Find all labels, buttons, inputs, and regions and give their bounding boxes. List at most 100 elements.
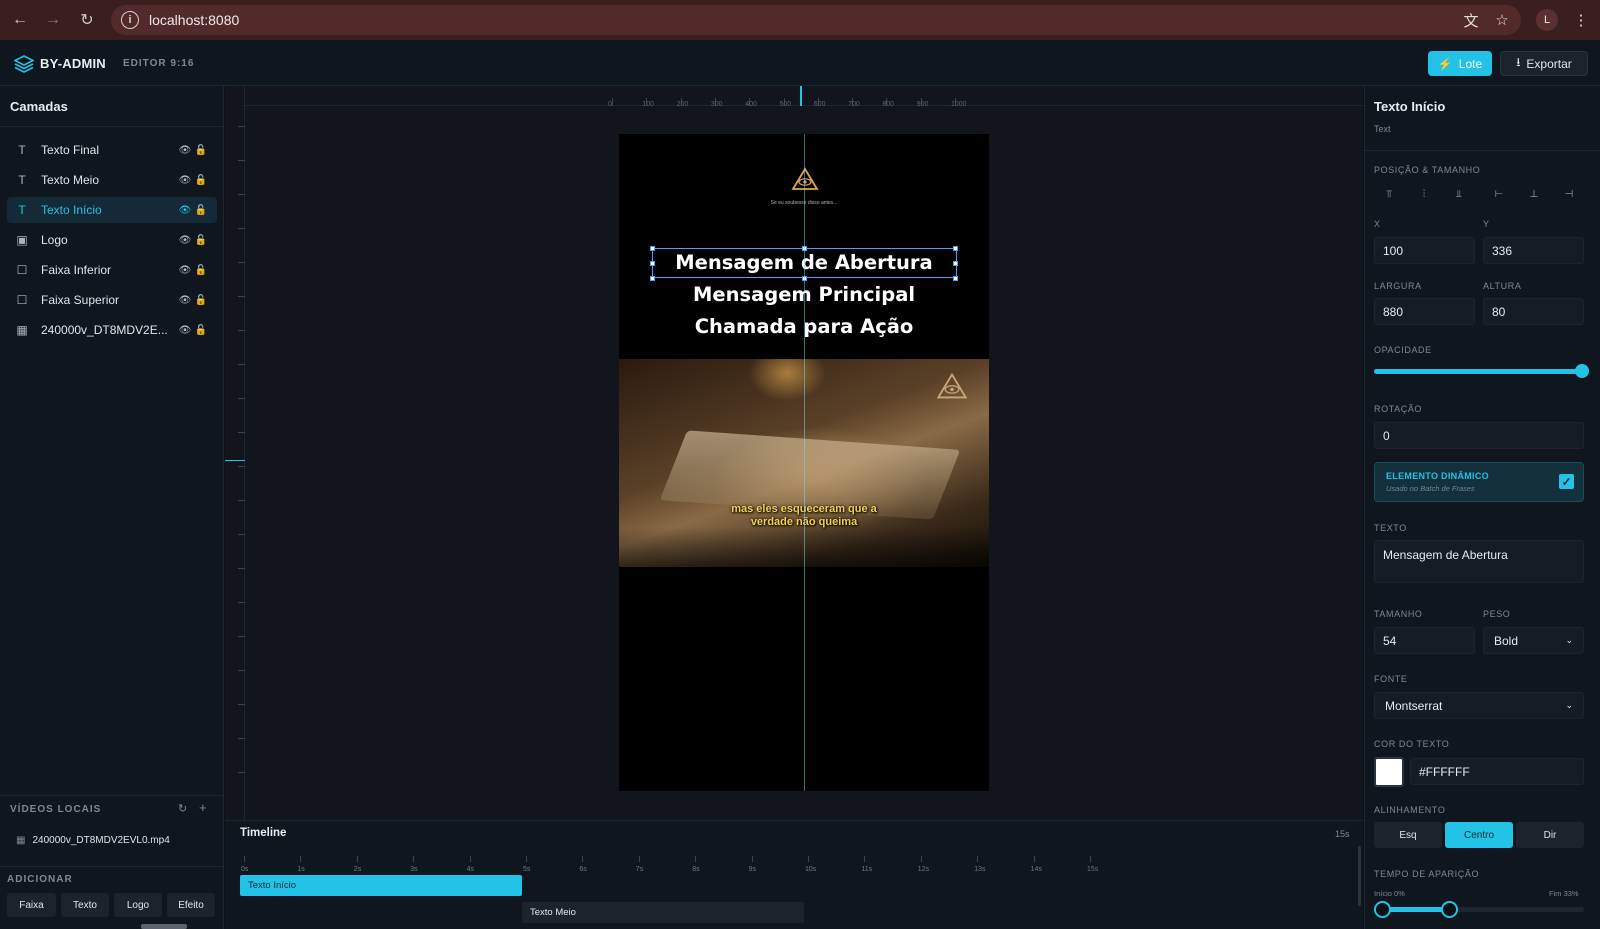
width-input[interactable]: 880 [1374, 298, 1475, 325]
text-layer-icon: T [18, 203, 26, 217]
dynamic-element-checkbox[interactable]: ✓ [1559, 474, 1574, 489]
eye-icon[interactable]: 👁 [177, 235, 193, 246]
local-video-item[interactable]: ▦ 240000v_DT8MDV2EVL0.mp4 [16, 835, 170, 846]
eye-icon[interactable]: 👁 [177, 205, 193, 216]
eye-icon[interactable]: 👁 [177, 295, 193, 306]
lote-label: Lote [1458, 56, 1483, 71]
text-content-textarea[interactable]: Mensagem de Abertura [1374, 540, 1584, 583]
opacity-slider[interactable] [1374, 369, 1584, 374]
address-bar[interactable]: i localhost:8080 [111, 5, 1521, 35]
timeline-tick [582, 856, 584, 862]
align-left-button[interactable]: Esq [1374, 822, 1442, 848]
layer-item[interactable]: ▣ Logo 👁 🔓 [7, 227, 217, 253]
color-hex-input[interactable]: #FFFFFF [1410, 758, 1584, 785]
height-label: ALTURA [1483, 281, 1522, 291]
add-band-button[interactable]: Faixa [7, 893, 56, 917]
translate-icon[interactable]: 文 [1460, 9, 1482, 31]
layer-item[interactable]: T Texto Final 👁 🔓 [7, 137, 217, 163]
align-middle-icon[interactable]: ⫶ [1409, 185, 1439, 203]
align-center-icon[interactable]: ⊥ [1519, 185, 1549, 203]
url-text: localhost:8080 [149, 12, 240, 28]
ruler-tick [238, 602, 245, 603]
layer-item[interactable]: ☐ Faixa Inferior 👁 🔓 [7, 257, 217, 283]
add-text-button[interactable]: Texto [61, 893, 109, 917]
resize-handle[interactable] [650, 246, 655, 251]
refresh-icon[interactable]: ↻ [178, 802, 187, 815]
align-bottom-icon[interactable]: ⫫ [1444, 185, 1474, 203]
timeline-tick [638, 856, 640, 862]
film-icon: ▦ [16, 835, 26, 846]
add-logo-button[interactable]: Logo [114, 893, 162, 917]
layer-item[interactable]: ☐ Faixa Superior 👁 🔓 [7, 287, 217, 313]
timeline-duration: 15s [1335, 829, 1350, 839]
ruler-tick [238, 534, 245, 535]
x-input[interactable]: 100 [1374, 237, 1475, 264]
resize-handle[interactable] [650, 261, 655, 266]
eye-icon[interactable]: 👁 [177, 325, 193, 336]
menu-icon[interactable]: ⋮ [1570, 9, 1592, 31]
resize-handle[interactable] [953, 246, 958, 251]
align-right-icon[interactable]: ⊣ [1554, 185, 1584, 203]
layer-item[interactable]: ▦ 240000v_DT8MDV2E... 👁 🔓 [7, 317, 217, 343]
height-input[interactable]: 80 [1483, 298, 1584, 325]
eye-icon[interactable]: 👁 [177, 145, 193, 156]
profile-avatar[interactable]: L [1536, 9, 1558, 31]
star-icon[interactable]: ☆ [1491, 9, 1513, 31]
brand-name: BY-ADMIN [40, 56, 106, 71]
rotation-label: ROTAÇÃO [1374, 404, 1423, 414]
lock-icon[interactable]: 🔓 [193, 295, 209, 306]
lote-button[interactable]: ⚡ Lote [1428, 51, 1492, 76]
add-section-title: ADICIONAR [7, 874, 73, 885]
lock-icon[interactable]: 🔓 [193, 175, 209, 186]
reload-icon[interactable]: ↻ [76, 9, 98, 31]
export-button[interactable]: ⭳ Exportar [1500, 51, 1588, 76]
font-weight-select[interactable]: Bold ⌄ [1483, 627, 1584, 654]
align-right-button[interactable]: Dir [1516, 822, 1584, 848]
font-size-input[interactable]: 54 [1374, 627, 1475, 654]
timeline-clip-texto-inicio[interactable]: Texto Início [240, 875, 522, 896]
appear-start-handle[interactable] [1374, 901, 1391, 918]
scrollbar[interactable] [141, 924, 187, 929]
timeline-tick-label: 10s [805, 866, 817, 873]
site-info-icon[interactable]: i [121, 11, 139, 29]
dynamic-element-toggle[interactable] [1374, 462, 1584, 502]
layer-item[interactable]: T Texto Meio 👁 🔓 [7, 167, 217, 193]
font-family-select[interactable]: Montserrat ⌄ [1374, 692, 1584, 719]
clip-label: Texto Meio [530, 907, 576, 918]
y-input[interactable]: 336 [1483, 237, 1584, 264]
add-video-icon[interactable]: + [199, 800, 207, 815]
appear-end-handle[interactable] [1440, 901, 1458, 918]
properties-panel [1364, 86, 1600, 929]
layer-item[interactable]: T Texto Início 👁 🔓 [7, 197, 217, 223]
align-left-icon[interactable]: ⊢ [1484, 185, 1514, 203]
lock-icon[interactable]: 🔓 [193, 145, 209, 156]
align-center-button[interactable]: Centro [1445, 822, 1513, 848]
resize-handle[interactable] [650, 276, 655, 281]
ruler-label: 800 [882, 101, 895, 108]
rotation-input[interactable]: 0 [1374, 422, 1584, 449]
center-guide [804, 134, 805, 791]
timeline-scrollbar[interactable] [1358, 846, 1361, 906]
eye-icon[interactable]: 👁 [177, 175, 193, 186]
ruler-label: 700 [848, 101, 860, 108]
ruler-tick [238, 398, 245, 399]
layer-name: Texto Final [41, 143, 100, 157]
ruler-label: 100 [642, 101, 654, 108]
resize-handle[interactable] [953, 276, 958, 281]
lock-icon[interactable]: 🔓 [193, 205, 209, 216]
color-swatch[interactable] [1374, 757, 1404, 787]
add-effect-button[interactable]: Efeito [167, 893, 215, 917]
back-icon[interactable]: ← [9, 9, 31, 31]
timeline-clip-texto-meio[interactable]: Texto Meio [522, 902, 804, 923]
eye-triangle-logo[interactable] [791, 167, 819, 191]
eye-icon[interactable]: 👁 [177, 265, 193, 276]
align-top-icon[interactable]: ⫪ [1374, 185, 1404, 203]
opacity-slider-handle[interactable] [1575, 364, 1589, 378]
lock-icon[interactable]: 🔓 [193, 325, 209, 336]
resize-handle[interactable] [953, 261, 958, 266]
ruler-label: 500 [779, 101, 792, 108]
lock-icon[interactable]: 🔓 [193, 265, 209, 276]
forward-icon[interactable]: → [42, 9, 64, 31]
timeline-tick [356, 856, 358, 862]
lock-icon[interactable]: 🔓 [193, 235, 209, 246]
